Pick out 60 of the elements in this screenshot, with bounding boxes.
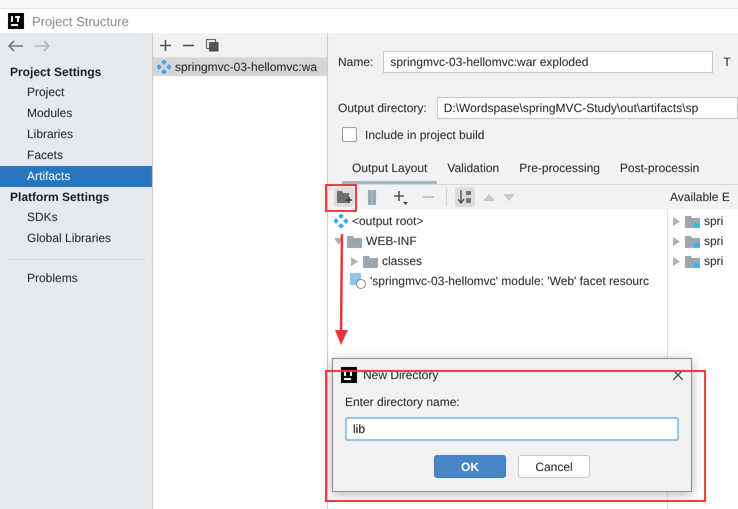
sidebar-heading: Platform Settings xyxy=(9,189,110,206)
tab[interactable]: Pre-processing xyxy=(509,156,610,184)
tab[interactable]: Output Layout xyxy=(342,156,438,184)
app-logo-icon xyxy=(8,13,24,29)
type-label: T xyxy=(723,55,731,69)
tree-item-label[interactable]: 'springmvc-03-hellomvc' module: 'Web' facet resourc xyxy=(370,274,650,288)
checkbox-label: Include in project build xyxy=(365,128,484,142)
sidebar-item[interactable]: Modules xyxy=(0,103,152,124)
artifact-icon xyxy=(157,60,171,74)
tab[interactable]: Post-processin xyxy=(610,156,710,184)
tree-item-label[interactable]: spri xyxy=(704,214,724,228)
output-directory-field[interactable]: D:\Wordspase\springMVC-Study\out\artifacts\sp xyxy=(436,97,738,119)
sidebar-item[interactable]: SDKs xyxy=(0,207,152,228)
tree-item-label[interactable]: WEB-INF xyxy=(366,234,417,248)
sidebar-item[interactable]: Global Libraries xyxy=(0,228,152,249)
cancel-button[interactable]: Cancel xyxy=(518,455,590,478)
back-arrow-icon[interactable] xyxy=(8,40,24,52)
module-folder-icon xyxy=(685,234,700,248)
tree-item-label[interactable]: classes xyxy=(382,254,422,268)
checkbox[interactable] xyxy=(342,127,357,142)
collapsed-arrow-icon[interactable] xyxy=(672,216,681,226)
name-label: Name: xyxy=(338,55,374,69)
add-icon[interactable] xyxy=(160,40,171,50)
directory-name-input[interactable]: lib xyxy=(345,417,679,441)
copy-icon[interactable] xyxy=(206,38,219,52)
collapsed-arrow-icon[interactable] xyxy=(672,236,681,246)
dialog-title: New Directory xyxy=(363,368,438,382)
sort-icon[interactable] xyxy=(455,187,475,207)
tree-item-label[interactable]: <output root> xyxy=(352,214,424,228)
sidebar-item[interactable]: Problems xyxy=(0,268,152,289)
folder-icon xyxy=(363,254,378,268)
module-folder-icon xyxy=(685,214,700,228)
move-up-icon[interactable] xyxy=(483,194,495,200)
forward-arrow-icon[interactable] xyxy=(34,40,50,52)
artifact-list-item[interactable]: springmvc-03-hellomvc:wa xyxy=(153,58,327,76)
sidebar-item[interactable]: Artifacts xyxy=(0,166,152,187)
module-folder-icon xyxy=(685,254,700,268)
ok-button[interactable]: OK xyxy=(434,455,506,478)
new-folder-icon[interactable] xyxy=(334,187,354,207)
folder-icon xyxy=(347,234,362,248)
expanded-arrow-icon[interactable] xyxy=(334,236,343,246)
sidebar-heading: Project Settings xyxy=(9,64,102,81)
move-down-icon[interactable] xyxy=(503,194,515,200)
sidebar-item[interactable]: Project xyxy=(0,82,152,103)
tree-item-label[interactable]: spri xyxy=(704,234,724,248)
close-icon[interactable] xyxy=(673,370,683,380)
tree-item-label[interactable]: spri xyxy=(704,254,724,268)
window-title: Project Structure xyxy=(32,14,129,28)
sidebar-item[interactable]: Libraries xyxy=(0,124,152,145)
name-field[interactable]: springmvc-03-hellomvc:war exploded xyxy=(383,51,714,73)
artifact-icon xyxy=(334,214,348,228)
tab[interactable]: Validation xyxy=(437,156,510,184)
collapsed-arrow-icon[interactable] xyxy=(350,256,359,266)
sidebar-item[interactable]: Facets xyxy=(0,145,152,166)
dialog-prompt: Enter directory name: xyxy=(345,395,461,409)
available-elements-label: Available E xyxy=(670,190,730,204)
output-directory-label: Output directory: xyxy=(338,101,427,115)
highlight-rectangle xyxy=(325,184,357,212)
collapsed-arrow-icon[interactable] xyxy=(672,256,681,266)
web-module-icon xyxy=(350,273,366,289)
